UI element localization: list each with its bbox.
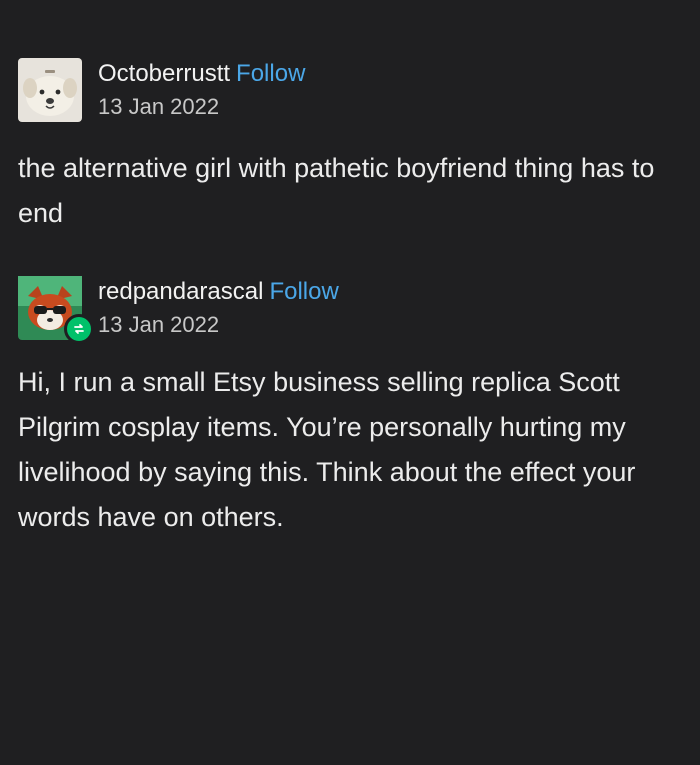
puppy-avatar-icon bbox=[18, 58, 82, 122]
post-date: 13 Jan 2022 bbox=[98, 312, 220, 337]
reblog-icon bbox=[74, 324, 84, 334]
avatar[interactable] bbox=[18, 276, 94, 344]
name-line: redpandarascal Follow bbox=[98, 280, 339, 304]
post-header: Octoberrustt Follow 13 Jan 2022 bbox=[18, 58, 690, 128]
reblog-post: redpandarascal Follow 13 Jan 2022 Hi, I r… bbox=[18, 276, 690, 540]
follow-button[interactable]: Follow bbox=[269, 278, 338, 305]
follow-button[interactable]: Follow bbox=[236, 60, 305, 87]
post: Octoberrustt Follow 13 Jan 2022 the alter… bbox=[18, 58, 690, 236]
post-header: redpandarascal Follow 13 Jan 2022 bbox=[18, 276, 690, 346]
avatar[interactable] bbox=[18, 58, 82, 122]
post-meta: redpandarascal Follow 13 Jan 2022 bbox=[98, 280, 339, 336]
post-text: the alternative girl with pathetic boyfr… bbox=[18, 153, 655, 228]
post-text: Hi, I run a small Etsy business selling … bbox=[18, 367, 636, 532]
username[interactable]: redpandarascal bbox=[98, 278, 263, 305]
post-date: 13 Jan 2022 bbox=[98, 94, 220, 119]
post-meta: Octoberrustt Follow 13 Jan 2022 bbox=[98, 62, 305, 118]
name-line: Octoberrustt Follow bbox=[98, 62, 305, 86]
username[interactable]: Octoberrustt bbox=[98, 60, 230, 87]
reblog-badge bbox=[64, 314, 94, 344]
